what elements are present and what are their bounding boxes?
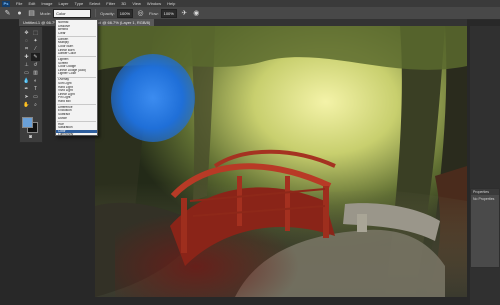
pen-tool-icon[interactable]: ✒ (22, 85, 31, 93)
quick-select-tool-icon[interactable]: ✦ (31, 37, 40, 45)
bridge-post (285, 176, 290, 231)
blend-mode-option[interactable]: Darker Color (56, 52, 97, 56)
properties-panel-body: No Properties (473, 197, 495, 201)
lasso-tool-icon[interactable]: ◌ (22, 37, 31, 45)
eyedropper-tool-icon[interactable]: ⁄ (31, 45, 40, 53)
canvas-area (43, 26, 467, 305)
menu-filter[interactable]: Filter (103, 0, 118, 7)
healing-brush-tool-icon[interactable]: ✚ (22, 53, 31, 61)
blend-mode-option[interactable]: Lighter Color (56, 72, 97, 76)
tree-stump (357, 214, 367, 232)
marquee-tool-icon[interactable]: ⬚ (31, 29, 40, 37)
canvas-artwork[interactable] (95, 26, 467, 297)
airbrush-icon[interactable]: ✈ (180, 9, 189, 18)
menu-bar: Ps File Edit Image Layer Type Select Fil… (0, 0, 500, 7)
crop-tool-icon[interactable]: ⌗ (22, 45, 31, 53)
menu-layer[interactable]: Layer (55, 0, 71, 7)
quick-mask-icon[interactable]: ◙ (26, 133, 35, 141)
clone-stamp-tool-icon[interactable]: ⊥ (22, 61, 31, 69)
zoom-tool-icon[interactable]: ⌕ (31, 101, 40, 109)
menu-edit[interactable]: Edit (25, 0, 38, 7)
menu-file[interactable]: File (13, 0, 25, 7)
menu-type[interactable]: Type (72, 0, 87, 7)
bridge-post (237, 176, 242, 226)
separator (95, 9, 97, 17)
brush-icon[interactable]: ✎ (3, 9, 12, 18)
history-brush-tool-icon[interactable]: ↺ (31, 61, 40, 69)
tablet-pressure-icon[interactable]: ◎ (136, 9, 145, 18)
shape-tool-icon[interactable]: ▭ (31, 93, 40, 101)
blend-mode-option[interactable]: Luminosity (56, 133, 97, 137)
toggle-brush-panel-icon[interactable]: ▤ (27, 9, 36, 18)
tools-panel: ✥ ⬚ ◌ ✦ ⌗ ⁄ ✚ ✎ ⊥ ↺ ▭ ▥ 💧 ◐ ✒ T ➤ ▭ ✋ ⌕ … (19, 26, 43, 143)
eraser-tool-icon[interactable]: ▭ (22, 69, 31, 77)
foreground-color-swatch[interactable] (22, 117, 33, 128)
path-select-tool-icon[interactable]: ➤ (22, 93, 31, 101)
properties-panel: Properties No Properties (470, 188, 500, 268)
type-tool-icon[interactable]: T (31, 85, 40, 93)
bridge-post (323, 186, 329, 238)
dodge-tool-icon[interactable]: ◐ (31, 77, 40, 85)
menu-select[interactable]: Select (86, 0, 103, 7)
flow-field[interactable]: 100% (160, 8, 177, 18)
blend-mode-option[interactable]: Divide (56, 117, 97, 121)
blend-mode-option[interactable]: Hard Mix (56, 100, 97, 104)
photoshop-logo: Ps (2, 0, 10, 7)
blue-brush-stroke (111, 54, 195, 142)
move-tool-icon[interactable]: ✥ (22, 29, 31, 37)
menu-image[interactable]: Image (38, 0, 55, 7)
bridge-post (181, 198, 187, 253)
menu-window[interactable]: Window (144, 0, 164, 7)
blend-mode-option[interactable]: Clear (56, 32, 97, 36)
mode-label: Mode: (40, 10, 52, 16)
gradient-tool-icon[interactable]: ▥ (31, 69, 40, 77)
flow-label: Flow: (149, 10, 159, 16)
opacity-field[interactable]: 100% (116, 8, 134, 18)
brush-preset-icon[interactable]: ● (15, 9, 24, 18)
brush-tool-icon[interactable]: ✎ (31, 53, 40, 61)
opacity-label: Opacity: (100, 10, 115, 16)
blur-tool-icon[interactable]: 💧 (22, 77, 31, 85)
menu-view[interactable]: View (129, 0, 144, 7)
blend-mode-dropdown: Normal Dissolve Behind Clear Darken Multiply C… (55, 19, 98, 136)
hand-tool-icon[interactable]: ✋ (22, 101, 31, 109)
menu-help[interactable]: Help (164, 0, 178, 7)
menu-3d[interactable]: 3D (118, 0, 129, 7)
blend-mode-select[interactable]: Color (53, 8, 92, 18)
tablet-size-icon[interactable]: ◉ (192, 9, 201, 18)
